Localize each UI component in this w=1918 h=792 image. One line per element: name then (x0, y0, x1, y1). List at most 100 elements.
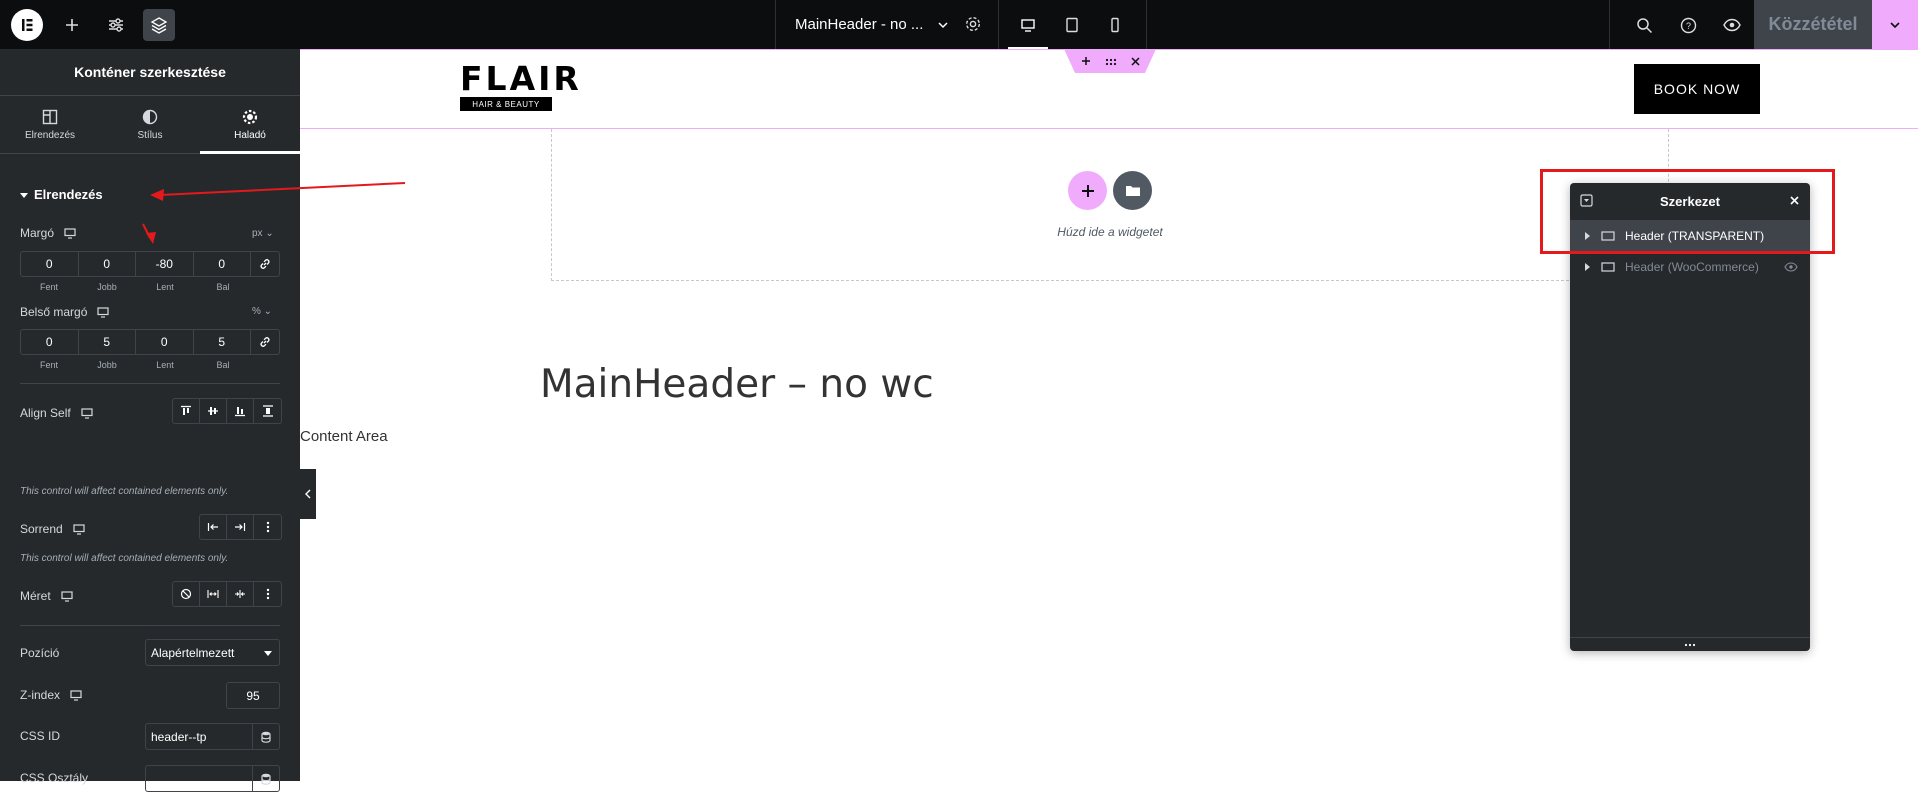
structure-button[interactable] (143, 9, 175, 41)
padding-label: Belső margó (20, 305, 88, 319)
book-now-button[interactable]: BOOK NOW (1634, 64, 1760, 114)
chevron-left-icon (305, 489, 311, 499)
mobile-view-button[interactable] (1099, 9, 1131, 41)
folder-icon (1125, 186, 1140, 196)
widget-drop-zone[interactable] (551, 129, 1669, 281)
collapse-panel-button[interactable] (300, 469, 316, 519)
side-label: Lent (156, 282, 174, 292)
navigator-resize-handle[interactable] (1570, 637, 1810, 651)
tab-advanced[interactable]: Haladó (200, 96, 300, 154)
site-settings-button[interactable] (100, 9, 132, 41)
margin-unit: px (252, 228, 263, 239)
size-shrink-button[interactable] (227, 582, 254, 606)
desktop-icon (97, 306, 109, 318)
css-id-label: CSS ID (20, 729, 61, 743)
align-top-icon (181, 405, 191, 415)
delete-container-button[interactable] (1130, 54, 1140, 69)
padding-link-button[interactable] (251, 330, 279, 354)
order-buttons (199, 514, 282, 540)
padding-top-input[interactable]: 0 (21, 330, 79, 354)
tab-layout[interactable]: Elrendezés (0, 96, 100, 153)
publish-options-button[interactable] (1872, 0, 1918, 49)
css-class-input[interactable] (145, 765, 280, 792)
padding-left-input[interactable]: 5 (194, 330, 251, 354)
size-none-button[interactable] (173, 582, 200, 606)
margin-side-labels: Fent Jobb Lent Bal (20, 282, 252, 292)
add-section-button[interactable] (1068, 171, 1107, 210)
layout-icon (42, 109, 58, 124)
logo-word: FLAIR (460, 59, 582, 98)
dynamic-tags-button[interactable] (252, 766, 279, 791)
margin-top-input[interactable]: 0 (21, 252, 79, 276)
caret-down-icon (20, 192, 28, 198)
css-id-value: header--tp (151, 729, 207, 744)
layers-icon (150, 17, 168, 34)
padding-bottom-input[interactable]: 0 (136, 330, 194, 354)
link-icon (260, 259, 270, 269)
drag-icon (1105, 58, 1116, 65)
size-label-row: Méret (20, 589, 73, 603)
align-self-label-row: Align Self (20, 406, 93, 420)
margin-left-input[interactable]: 0 (194, 252, 251, 276)
top-bar: MainHeader - no ... ? Közzététel (0, 0, 1918, 50)
align-self-buttons (172, 398, 282, 424)
padding-right-input[interactable]: 5 (79, 330, 136, 354)
align-stretch-button[interactable] (254, 399, 281, 423)
eye-icon[interactable] (1784, 262, 1798, 272)
divider (20, 625, 280, 626)
margin-link-button[interactable] (251, 252, 279, 276)
position-select[interactable]: Alapértelmezett (145, 639, 280, 666)
navigator-item[interactable]: Header (WooCommerce) (1570, 251, 1810, 282)
margin-unit-select[interactable]: px ⌄ (252, 228, 274, 239)
search-icon (1636, 17, 1652, 33)
tab-layout-label: Elrendezés (24, 129, 76, 141)
size-grow-button[interactable] (200, 582, 227, 606)
tab-style[interactable]: Stílus (100, 96, 200, 153)
order-label-row: Sorrend (20, 522, 85, 536)
css-id-input[interactable]: header--tp (145, 723, 280, 750)
grow-icon (207, 590, 219, 598)
side-label: Fent (39, 360, 58, 370)
more-vertical-icon (266, 521, 269, 533)
chevron-down-icon (1890, 21, 1900, 28)
drag-handle[interactable] (1105, 54, 1117, 69)
more-horizontal-icon (1684, 643, 1696, 646)
align-end-button[interactable] (227, 399, 254, 423)
help-button[interactable]: ? (1672, 9, 1704, 41)
section-layout-toggle[interactable]: Elrendezés (20, 187, 103, 202)
panel-tabs: Elrendezés Stílus Haladó (0, 96, 300, 154)
zindex-input[interactable]: 95 (226, 682, 280, 709)
tablet-view-button[interactable] (1056, 9, 1088, 41)
container-handle[interactable] (1064, 49, 1156, 73)
help-icon: ? (1680, 17, 1696, 33)
order-more-button[interactable] (254, 515, 281, 539)
dynamic-tags-button[interactable] (252, 724, 279, 749)
divider (20, 383, 280, 384)
logo-subtitle: HAIR & BEAUTY (460, 97, 552, 111)
search-button[interactable] (1628, 9, 1660, 41)
document-title-dropdown[interactable]: MainHeader - no ... (775, 0, 999, 49)
page-settings-button[interactable] (964, 15, 982, 37)
tablet-icon (1066, 17, 1078, 33)
side-label: Fent (39, 282, 58, 292)
preview-button[interactable] (1716, 9, 1748, 41)
order-first-button[interactable] (200, 515, 227, 539)
margin-right-input[interactable]: 0 (79, 252, 136, 276)
add-container-button[interactable] (1081, 54, 1091, 69)
align-start-button[interactable] (173, 399, 200, 423)
desktop-view-button[interactable] (1008, 9, 1048, 50)
publish-button[interactable]: Közzététel (1754, 0, 1872, 49)
align-stretch-icon (262, 405, 273, 417)
align-self-hint-text: This control will affect contained eleme… (20, 486, 229, 497)
add-element-button[interactable] (56, 9, 88, 41)
align-center-button[interactable] (200, 399, 227, 423)
desktop-icon (1021, 19, 1035, 32)
align-middle-icon (208, 407, 218, 415)
site-logo[interactable]: FLAIR HAIR & BEAUTY (460, 59, 582, 116)
add-template-button[interactable] (1113, 171, 1152, 210)
margin-bottom-input[interactable]: -80 (136, 252, 194, 276)
padding-unit-select[interactable]: % ⌄ (252, 306, 272, 317)
size-more-button[interactable] (254, 582, 281, 606)
elementor-logo-button[interactable] (11, 9, 43, 41)
order-last-button[interactable] (227, 515, 254, 539)
